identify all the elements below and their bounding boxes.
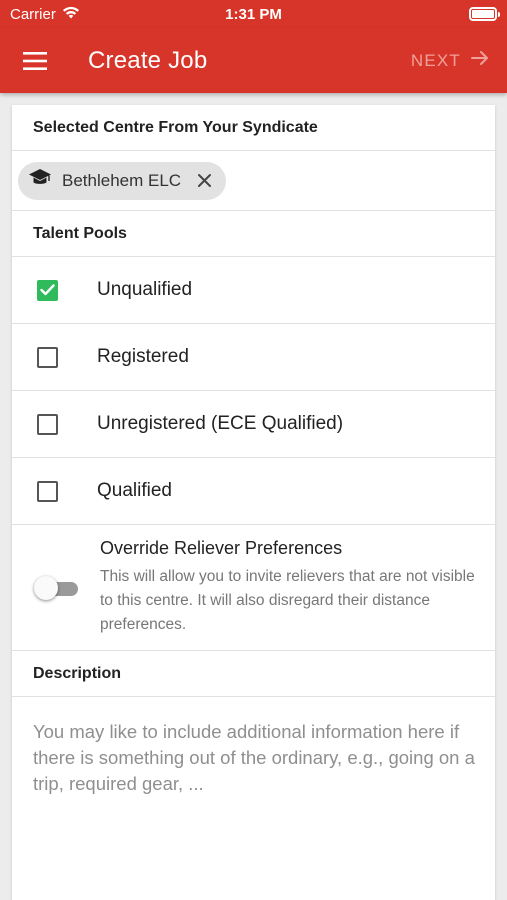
talent-pool-label: Unregistered (ECE Qualified)	[97, 413, 344, 434]
selected-centre-header: Selected Centre From Your Syndicate	[12, 105, 495, 151]
override-toggle[interactable]	[34, 575, 80, 600]
hamburger-menu-icon[interactable]	[18, 44, 52, 78]
arrow-right-icon	[471, 50, 489, 71]
override-title: Override Reliever Preferences	[100, 538, 343, 558]
checkbox-unchecked[interactable]	[37, 346, 58, 368]
battery-icon	[469, 7, 500, 21]
talent-pools-header: Talent Pools	[12, 211, 495, 257]
create-job-form: Selected Centre From Your Syndicate Beth…	[12, 105, 495, 900]
checkbox-unchecked[interactable]	[37, 413, 58, 435]
next-button-label: NEXT	[410, 50, 461, 70]
talent-pool-qualified[interactable]: Qualified	[12, 458, 495, 525]
description-header: Description	[12, 651, 495, 697]
override-text: Override Reliever Preferences This will …	[100, 538, 480, 637]
override-description: This will allow you to invite relievers …	[100, 568, 475, 633]
talent-pool-unregistered[interactable]: Unregistered (ECE Qualified)	[12, 391, 495, 458]
talent-pool-label: Registered	[97, 346, 189, 367]
override-preferences-row: Override Reliever Preferences This will …	[12, 525, 495, 651]
checkbox-checked[interactable]	[37, 279, 58, 301]
centre-chip-label: Bethlehem ELC	[62, 170, 182, 190]
talent-pool-label: Qualified	[97, 480, 172, 501]
centre-chip[interactable]: Bethlehem ELC	[18, 161, 227, 200]
graduation-cap-icon	[28, 168, 52, 193]
toggle-knob	[34, 575, 58, 600]
checkmark-icon	[40, 284, 55, 296]
status-bar: Carrier 1:31 PM	[0, 0, 507, 28]
talent-pool-registered[interactable]: Registered	[12, 324, 495, 391]
checkbox-unchecked[interactable]	[37, 480, 58, 502]
wifi-icon	[62, 6, 80, 23]
carrier-label: Carrier	[10, 5, 56, 23]
app-bar: Create Job NEXT	[0, 28, 507, 93]
talent-pool-unqualified[interactable]: Unqualified	[12, 257, 495, 324]
selected-centre-row: Bethlehem ELC	[12, 151, 495, 211]
close-icon[interactable]	[197, 173, 212, 188]
status-bar-left: Carrier	[10, 6, 80, 23]
next-button[interactable]: NEXT	[411, 50, 489, 71]
talent-pool-label: Unqualified	[97, 279, 193, 300]
page-title: Create Job	[88, 46, 208, 74]
description-input[interactable]: You may like to include additional infor…	[12, 697, 495, 900]
